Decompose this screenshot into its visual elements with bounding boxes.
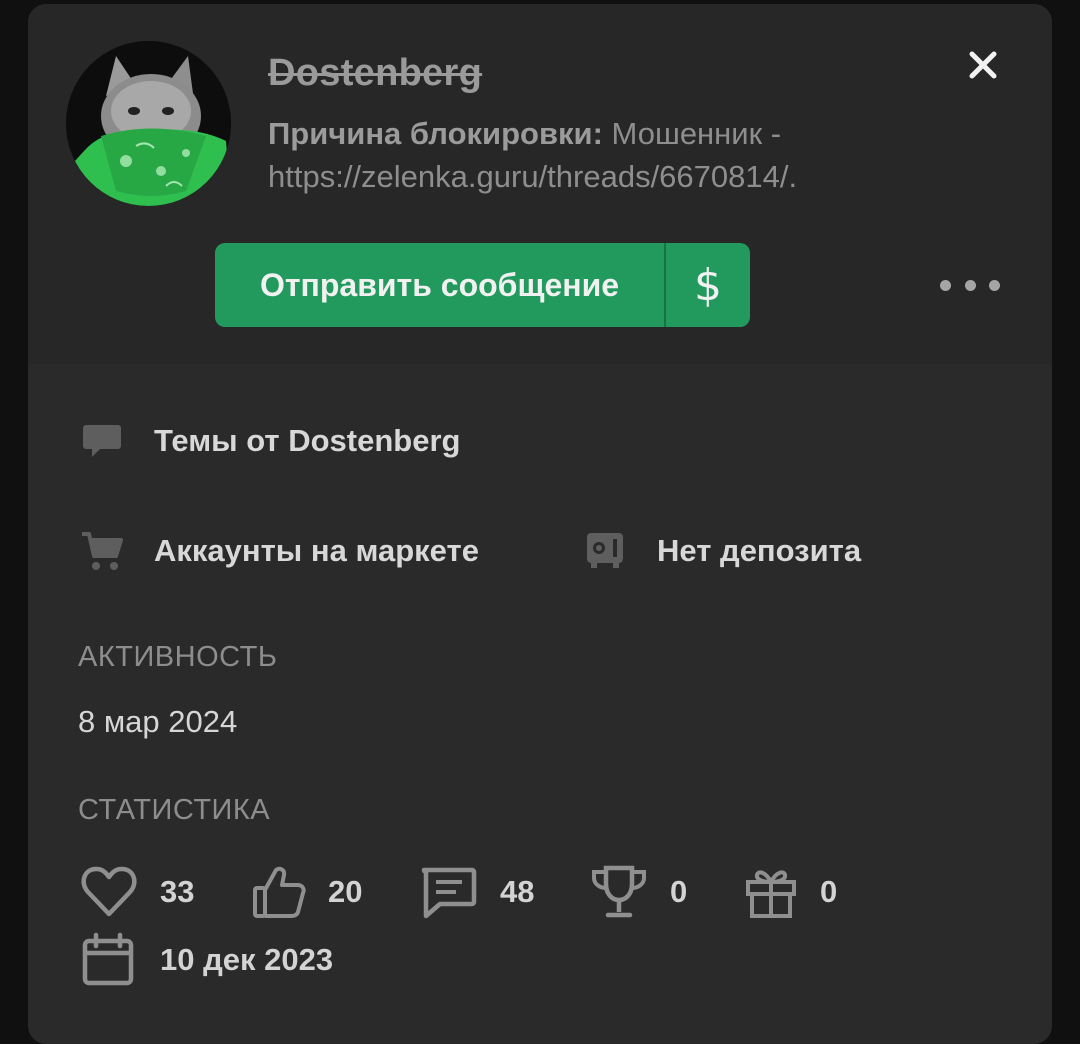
- ban-reason-label: Причина блокировки:: [268, 116, 603, 151]
- close-button[interactable]: [958, 40, 1008, 90]
- comment-icon: [83, 425, 121, 457]
- market-accounts-link[interactable]: Аккаунты на маркете: [80, 529, 479, 573]
- avatar[interactable]: [66, 41, 231, 206]
- more-dot: [964, 279, 976, 291]
- market-accounts-label: Аккаунты на маркете: [154, 533, 479, 568]
- threads-link[interactable]: Темы от Dostenberg: [80, 419, 460, 463]
- ban-reason: Причина блокировки: Мошенник - https://z…: [268, 112, 908, 198]
- profile-card: Dostenberg Причина блокировки: Мошенник …: [28, 4, 1052, 1044]
- stat-registered-value: 10 дек 2023: [160, 942, 334, 977]
- stat-thumbs-value: 20: [328, 874, 363, 909]
- close-icon: [969, 51, 997, 79]
- send-message-button[interactable]: Отправить сообщение: [215, 243, 664, 327]
- trophy-icon: [592, 865, 646, 918]
- stat-trophies: 0: [590, 864, 687, 920]
- stat-registered: 10 дек 2023: [80, 932, 333, 988]
- threads-link-label: Темы от Dostenberg: [154, 423, 461, 458]
- more-dot: [989, 279, 1000, 291]
- more-options-button[interactable]: [940, 270, 1000, 300]
- gift-icon: [746, 870, 796, 918]
- deposit-label: Нет депозита: [657, 533, 862, 568]
- stats-title: СТАТИСТИКА: [78, 794, 271, 826]
- thumbs-up-icon: [253, 866, 306, 918]
- deposit-link[interactable]: Нет депозита: [583, 529, 861, 573]
- message-icon: [421, 867, 477, 919]
- heart-icon: [81, 866, 137, 917]
- stat-trophies-value: 0: [670, 874, 688, 909]
- send-money-button[interactable]: $: [666, 243, 750, 327]
- stat-likes: 33: [80, 864, 194, 920]
- safe-icon: [587, 533, 623, 568]
- stat-likes-value: 33: [160, 874, 195, 909]
- calendar-icon: [82, 932, 134, 986]
- stat-gifts: 0: [744, 864, 837, 920]
- stat-messages: 48: [420, 864, 534, 920]
- activity-title: АКТИВНОСТЬ: [78, 641, 278, 673]
- more-dots-icon: [940, 279, 951, 291]
- cart-icon: [82, 532, 123, 570]
- stat-messages-value: 48: [500, 874, 535, 909]
- last-activity-date: 8 мар 2024: [78, 704, 238, 739]
- username[interactable]: Dostenberg: [268, 52, 482, 95]
- action-button-group: Отправить сообщение $: [215, 243, 750, 327]
- stat-thumbs: 20: [252, 864, 362, 920]
- stat-gifts-value: 0: [820, 874, 838, 909]
